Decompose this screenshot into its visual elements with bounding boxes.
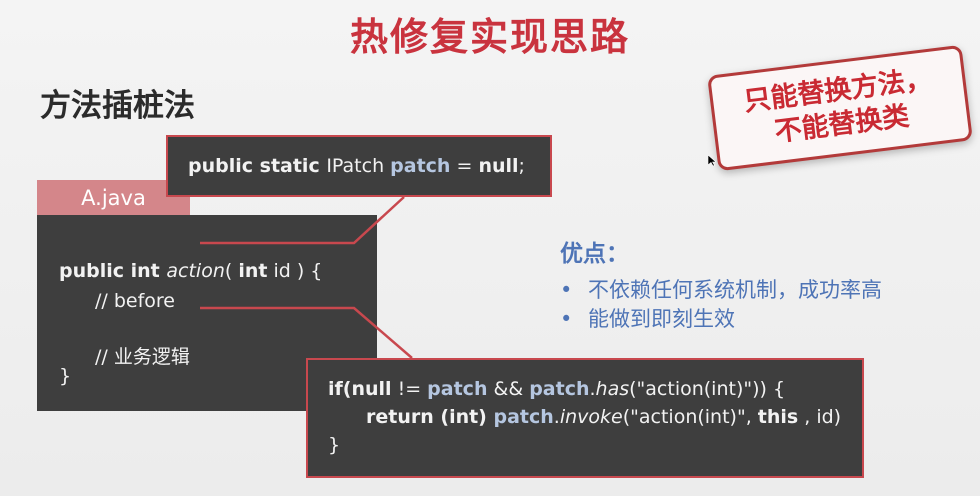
- code-token: if(: [328, 378, 352, 400]
- code-token: ("action(int)",: [622, 406, 758, 428]
- code-token: &&: [487, 378, 530, 400]
- bullet-icon: •: [560, 307, 573, 331]
- code-token: public static: [188, 155, 327, 177]
- code-token: IPatch: [326, 155, 391, 177]
- mouse-cursor-icon: [708, 155, 716, 167]
- pros-heading: 优点：: [560, 241, 629, 267]
- code-token: public int: [59, 260, 167, 282]
- code-line-before: // before: [95, 290, 175, 312]
- code-token: null: [478, 155, 519, 177]
- code-token: action: [166, 260, 225, 282]
- patch-line-if: if(null != patch && patch.has("action(in…: [328, 378, 785, 400]
- code-line-signature: public int action( int id ) {: [59, 260, 322, 282]
- slide-subtitle: 方法插桩法: [40, 88, 195, 124]
- pros-item-text: 不依赖任何系统机制，成功率高: [588, 278, 882, 302]
- patch-line-return: return (int) patch.invoke("action(int)",…: [366, 406, 841, 428]
- code-token: (int): [433, 406, 494, 428]
- code-token: null: [351, 378, 392, 400]
- patch-line-close: }: [328, 434, 341, 456]
- pros-item: • 不依赖任何系统机制，成功率高: [560, 274, 882, 304]
- slide-title: 热修复实现思路: [349, 15, 630, 59]
- code-token: ;: [518, 155, 525, 177]
- code-line-close: }: [59, 365, 72, 387]
- code-token: id ) {: [267, 260, 323, 282]
- code-token: !=: [391, 378, 428, 400]
- bullet-icon: •: [560, 278, 573, 302]
- code-line-business: // 业务逻辑: [95, 346, 190, 368]
- code-token: =: [450, 155, 479, 177]
- limitation-stamp: 只能替换方法， 不能替换类: [707, 44, 973, 172]
- code-token: return: [366, 406, 434, 428]
- patch-field-box: public static IPatch patch = null;: [166, 135, 552, 197]
- pros-item: • 能做到即刻生效: [560, 303, 735, 333]
- code-token: this: [757, 406, 799, 428]
- code-token: (: [224, 260, 239, 282]
- code-token: patch: [427, 378, 488, 400]
- patch-call-box: if(null != patch && patch.has("action(in…: [306, 358, 864, 478]
- pros-item-text: 能做到即刻生效: [588, 307, 735, 331]
- code-token: patch: [493, 406, 554, 428]
- code-token: patch: [390, 155, 451, 177]
- code-token: patch: [529, 378, 590, 400]
- code-token: ("action(int)")) {: [629, 378, 786, 400]
- code-token: int: [238, 260, 268, 282]
- code-token: has: [595, 378, 630, 400]
- code-token: invoke: [559, 406, 623, 428]
- code-token: , id): [798, 406, 842, 428]
